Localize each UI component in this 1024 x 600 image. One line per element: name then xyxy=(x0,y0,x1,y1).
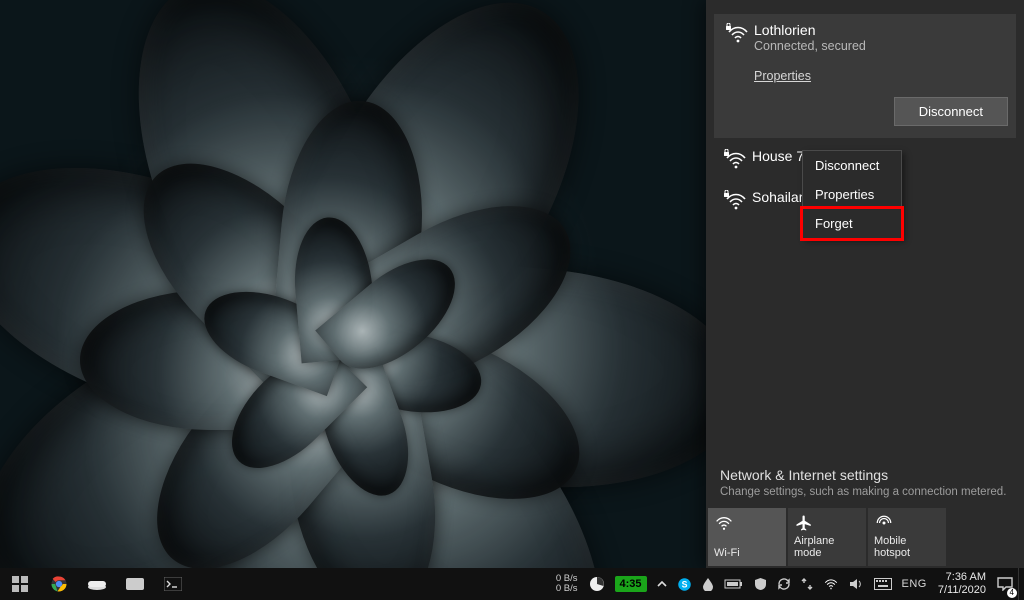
netspeed-up: 0 B/s xyxy=(556,584,578,594)
quick-action-tiles: Wi-Fi Airplane mode Mobile hotspot xyxy=(706,508,1024,568)
tile-airplane[interactable]: Airplane mode xyxy=(788,508,866,566)
wifi-secured-icon xyxy=(720,148,752,171)
tile-label: Airplane mode xyxy=(794,535,860,560)
clock-date: 7/11/2020 xyxy=(938,584,986,597)
settings-title: Network & Internet settings xyxy=(720,467,1010,483)
network-context-menu: Disconnect Properties Forget xyxy=(802,150,902,239)
app-chrome[interactable] xyxy=(40,568,78,600)
tray-updown-icon[interactable] xyxy=(796,568,818,600)
connected-status: Connected, secured xyxy=(754,39,1008,53)
tray-keyboard-icon[interactable] xyxy=(869,568,897,600)
timer-value: 4:35 xyxy=(615,576,647,592)
ctx-disconnect[interactable]: Disconnect xyxy=(803,151,901,180)
tray-shield-icon[interactable] xyxy=(749,568,772,600)
tray-wifi-icon[interactable] xyxy=(818,568,844,600)
tile-hotspot[interactable]: Mobile hotspot xyxy=(868,508,946,566)
tile-wifi[interactable]: Wi-Fi xyxy=(708,508,786,566)
tile-label: Mobile hotspot xyxy=(874,535,940,560)
tray-chevron-up-icon[interactable] xyxy=(652,568,672,600)
network-settings-link[interactable]: Network & Internet settings Change setti… xyxy=(706,459,1024,506)
wifi-icon xyxy=(714,514,780,534)
ctx-forget[interactable]: Forget xyxy=(800,206,904,241)
connected-ssid: Lothlorien xyxy=(754,22,1008,38)
system-tray: 0 B/s 0 B/s 4:35 S xyxy=(550,568,1024,600)
disconnect-button[interactable]: Disconnect xyxy=(894,97,1008,126)
tile-label: Wi-Fi xyxy=(714,547,780,560)
properties-link[interactable]: Properties xyxy=(754,69,811,83)
svg-text:S: S xyxy=(681,579,687,589)
tray-droplet-icon[interactable] xyxy=(697,568,719,600)
airplane-icon xyxy=(794,514,860,534)
tray-timer[interactable]: 4:35 xyxy=(610,568,652,600)
tray-clock[interactable]: 7:36 AM 7/11/2020 xyxy=(932,568,992,600)
tray-pie-icon[interactable] xyxy=(584,568,610,600)
clock-time: 7:36 AM xyxy=(946,571,986,584)
hotspot-icon xyxy=(874,514,940,534)
app-generic[interactable] xyxy=(116,568,154,600)
taskbar: 0 B/s 0 B/s 4:35 S xyxy=(0,568,1024,600)
tray-battery-icon[interactable] xyxy=(719,568,749,600)
tray-volume-icon[interactable] xyxy=(844,568,869,600)
start-button[interactable] xyxy=(0,568,40,600)
network-item-connected[interactable]: Lothlorien Connected, secured Properties… xyxy=(714,14,1016,138)
network-flyout: Lothlorien Connected, secured Properties… xyxy=(706,0,1024,568)
show-desktop-button[interactable] xyxy=(1018,568,1024,600)
app-terminal[interactable] xyxy=(154,568,192,600)
notification-count: 4 xyxy=(1007,588,1017,598)
settings-subtitle: Change settings, such as making a connec… xyxy=(720,486,1010,498)
tray-skype-icon[interactable]: S xyxy=(672,568,697,600)
tray-netspeed[interactable]: 0 B/s 0 B/s xyxy=(550,568,584,600)
wifi-secured-icon xyxy=(720,189,752,212)
app-drive[interactable] xyxy=(78,568,116,600)
tray-action-center-icon[interactable]: 4 xyxy=(992,568,1018,600)
ctx-properties[interactable]: Properties xyxy=(803,180,901,209)
tray-language[interactable]: ENG xyxy=(897,568,932,600)
wifi-secured-icon xyxy=(722,22,754,126)
tray-sync-icon[interactable] xyxy=(772,568,796,600)
